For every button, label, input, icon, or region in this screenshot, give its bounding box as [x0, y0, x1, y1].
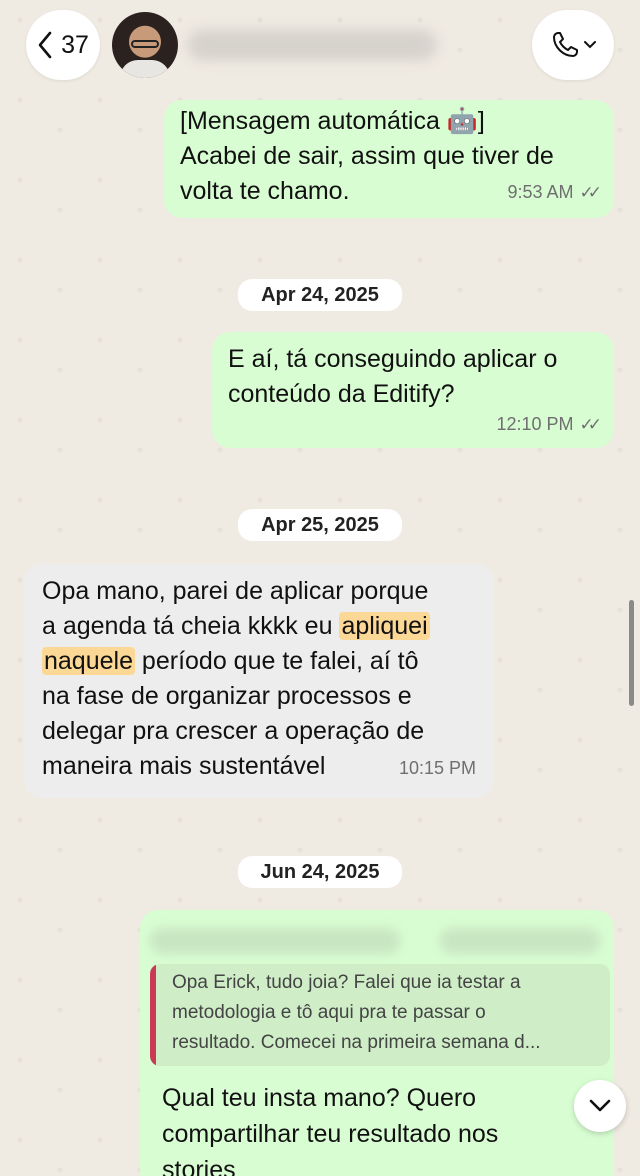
message-line: Opa mano, parei de aplicar porque: [42, 577, 429, 605]
message-text: período que te falei, aí tô: [134, 647, 419, 675]
contact-name-blurred[interactable]: [188, 30, 436, 60]
chevron-left-icon: [38, 31, 52, 59]
quoted-header-blurred: [440, 928, 600, 954]
message-line: delegar pra crescer a operação de: [42, 717, 425, 745]
quoted-sender-name-blurred: [150, 928, 400, 954]
unread-count: 37: [61, 30, 89, 59]
message-line: stories: [162, 1156, 236, 1176]
message-line: Qual teu insta mano? Quero: [162, 1084, 477, 1112]
read-check-icon: ✓✓: [579, 415, 602, 434]
highlighted-text: apliquei: [339, 612, 430, 640]
message-time: 12:10 PM: [496, 414, 574, 434]
message-time: 10:15 PM: [398, 758, 476, 778]
back-button[interactable]: 37: [26, 10, 100, 80]
chevron-down-icon: [589, 1099, 611, 1112]
chat-header: 37: [0, 0, 640, 92]
date-separator: Apr 24, 2025: [238, 279, 402, 311]
quoted-line: metodologia e tô aqui pra te passar o: [172, 1002, 486, 1023]
message-bubble-outgoing[interactable]: E aí, tá conseguindo aplicar o conteúdo …: [212, 332, 614, 448]
message-bubble-incoming[interactable]: Opa mano, parei de aplicar porque a agen…: [24, 564, 494, 798]
message-line: compartilhar teu resultado nos: [162, 1120, 499, 1148]
phone-icon: [553, 32, 578, 57]
message-line: Acabei de sair, assim que tiver de: [180, 142, 554, 170]
message-text: a agenda tá cheia kkkk eu: [42, 612, 340, 640]
message-line: [Mensagem automática 🤖]: [180, 107, 485, 135]
message-line: na fase de organizar processos e: [42, 682, 412, 710]
chevron-down-icon: [584, 41, 596, 49]
quote-bar: [150, 964, 156, 1066]
message-line: volta te chamo.: [180, 177, 350, 205]
avatar-glasses: [131, 40, 159, 48]
message-bubble-outgoing[interactable]: [Mensagem automática 🤖] Acabei de sair, …: [164, 100, 614, 218]
call-button[interactable]: [532, 10, 614, 80]
scrollbar[interactable]: [629, 600, 634, 706]
avatar[interactable]: [112, 12, 178, 78]
date-separator: Apr 25, 2025: [238, 509, 402, 541]
quoted-line: Opa Erick, tudo joia? Falei que ia testa…: [172, 972, 521, 993]
avatar-shirt: [120, 60, 170, 78]
read-check-icon: ✓✓: [579, 183, 602, 202]
message-time: 9:53 AM: [507, 182, 574, 202]
quoted-message[interactable]: Opa Erick, tudo joia? Falei que ia testa…: [150, 964, 610, 1066]
quoted-line: resultado. Comecei na primeira semana d.…: [172, 1032, 541, 1053]
date-separator: Jun 24, 2025: [238, 856, 402, 888]
chat-area[interactable]: [Mensagem automática 🤖] Acabei de sair, …: [0, 0, 640, 1176]
scroll-to-bottom-button[interactable]: [574, 1080, 626, 1132]
message-line: E aí, tá conseguindo aplicar o: [228, 345, 558, 373]
highlighted-text: naquele: [42, 647, 135, 675]
